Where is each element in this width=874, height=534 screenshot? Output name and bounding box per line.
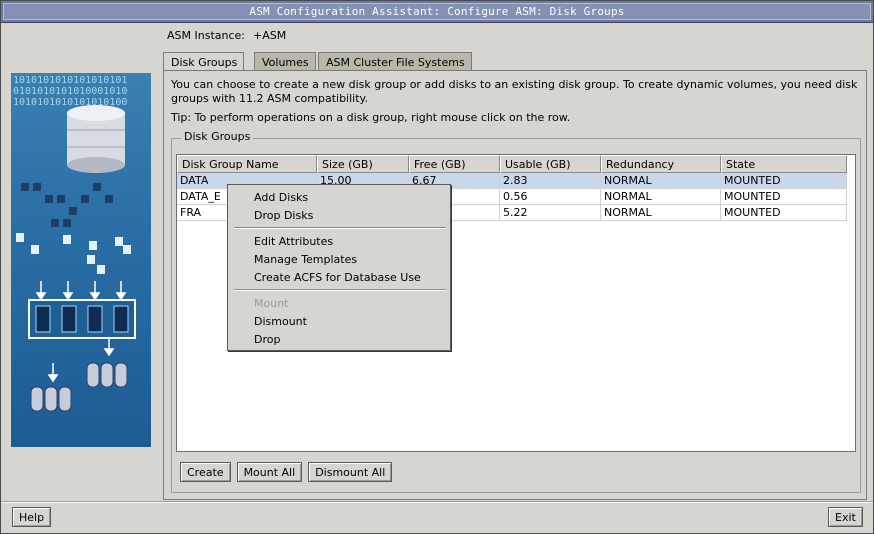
menu-separator [234,227,446,229]
col-usable[interactable]: Usable (GB) [500,155,601,173]
wizard-illustration: 1010101010101010101 0101010101010001010 … [11,73,151,447]
col-disk-group-name[interactable]: Disk Group Name [177,155,317,173]
menu-item-dismount[interactable]: Dismount [254,315,307,328]
menu-item-edit-attributes[interactable]: Edit Attributes [254,235,333,248]
tip-text: Tip: To perform operations on a disk gro… [171,111,571,124]
title-bar[interactable]: ASM Configuration Assistant: Configure A… [1,1,873,23]
mount-all-button[interactable]: Mount All [236,462,303,482]
binary-line-1: 1010101010101010101 [13,75,127,86]
disk-group-context-menu: Add Disks Drop Disks Edit Attributes Man… [227,184,451,351]
cell-state: MOUNTED [721,173,847,189]
cell-state: MOUNTED [721,189,847,205]
asm-instance-label: ASM Instance: [167,29,245,42]
menu-separator [234,289,446,291]
col-free[interactable]: Free (GB) [409,155,500,173]
menu-item-add-disks[interactable]: Add Disks [254,191,308,204]
cell-state: MOUNTED [721,205,847,221]
cell-redundancy: NORMAL [601,205,721,221]
storage-illustration-icon: 1010101010101010101 0101010101010001010 … [13,75,136,412]
app-window: ASM Configuration Assistant: Configure A… [0,0,874,534]
cell-redundancy: NORMAL [601,189,721,205]
asm-instance-value: +ASM [253,29,287,42]
cell-usable: 2.83 [500,173,601,189]
tab-disk-groups[interactable]: Disk Groups [163,52,245,72]
menu-item-drop[interactable]: Drop [254,333,280,346]
binary-line-2: 0101010101010001010 [13,86,127,97]
menu-item-manage-templates[interactable]: Manage Templates [254,253,357,266]
help-button[interactable]: Help [12,507,52,527]
footer-divider [1,501,873,503]
groupbox-label: Disk Groups [181,130,254,143]
menu-item-create-acfs[interactable]: Create ACFS for Database Use [254,271,421,284]
window-title: ASM Configuration Assistant: Configure A… [249,5,625,18]
col-redundancy[interactable]: Redundancy [601,155,721,173]
col-size[interactable]: Size (GB) [317,155,409,173]
dismount-all-button[interactable]: Dismount All [308,462,393,482]
col-state[interactable]: State [721,155,847,173]
intro-text: You can choose to create a new disk grou… [171,78,858,105]
cell-usable: 5.22 [500,205,601,221]
create-button[interactable]: Create [180,462,231,482]
cell-redundancy: NORMAL [601,173,721,189]
tab-asm-cluster-file-systems[interactable]: ASM Cluster File Systems [318,52,472,71]
menu-item-drop-disks[interactable]: Drop Disks [254,209,313,222]
menu-item-mount: Mount [254,297,289,310]
tab-volumes[interactable]: Volumes [254,52,316,71]
table-button-row: Create Mount All Dismount All [180,462,393,482]
asm-instance: ASM Instance: +ASM [167,29,286,42]
table-header: Disk Group Name Size (GB) Free (GB) Usab… [177,155,855,173]
cell-usable: 0.56 [500,189,601,205]
exit-button[interactable]: Exit [828,507,863,527]
